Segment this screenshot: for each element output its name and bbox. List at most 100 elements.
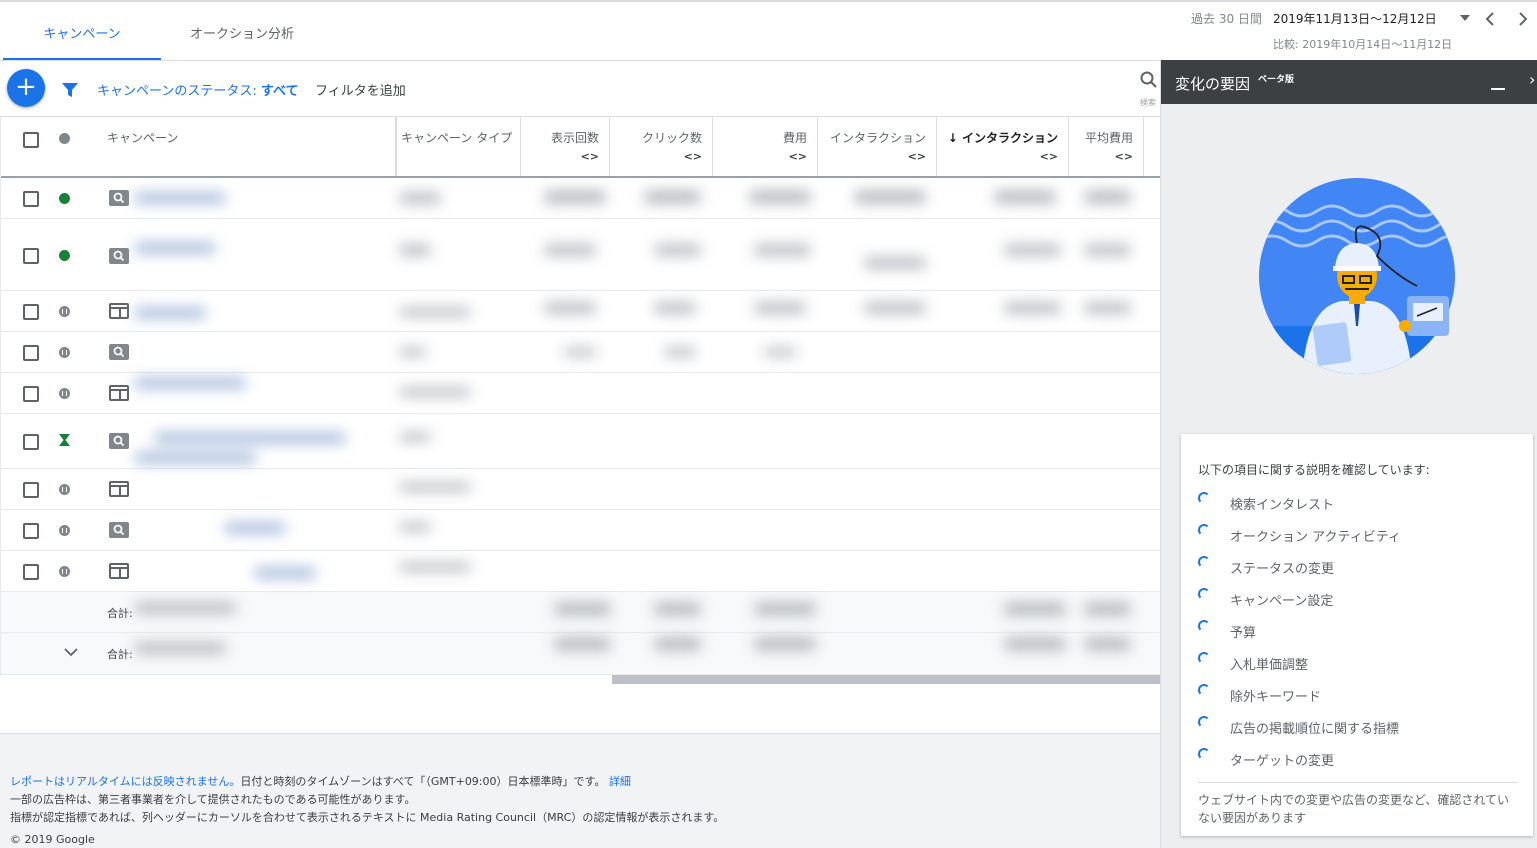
column-interaction-rate-label: ↓ インタラクション [947, 131, 1058, 145]
column-campaign-type[interactable]: キャンペーン タイプ [399, 117, 521, 176]
expand-icon[interactable]: <> [937, 150, 1058, 163]
row-checkbox[interactable] [23, 482, 39, 498]
horizontal-scrollbar[interactable] [612, 675, 1160, 684]
row-checkbox[interactable] [23, 564, 39, 580]
column-avg-cost[interactable]: 平均費用 <> [1069, 117, 1144, 176]
card-intro: 以下の項目に関する説明を確認しています: [1198, 463, 1430, 477]
loading-spinner-icon [1198, 620, 1210, 632]
column-interaction-rate[interactable]: ↓ インタラクション <> [937, 117, 1069, 176]
panel-title: 変化の要因 [1175, 75, 1251, 93]
next-period-icon[interactable] [1518, 12, 1528, 26]
expand-icon[interactable]: <> [1069, 150, 1133, 163]
search-campaign-icon [109, 248, 129, 264]
filter-icon[interactable] [61, 81, 79, 99]
expand-icon[interactable]: <> [521, 150, 599, 163]
add-campaign-button[interactable]: + [7, 69, 45, 107]
table-header: キャンペーン キャンペーン タイプ 表示回数 <> クリック数 <> 費用 <> イン… [1, 117, 1160, 178]
filter-toolbar: + キャンペーンのステータス: すべて フィルタを追加 検索 [0, 60, 1160, 117]
column-impressions[interactable]: 表示回数 <> [521, 117, 610, 176]
table-row[interactable] [1, 332, 1160, 373]
row-checkbox[interactable] [23, 345, 39, 361]
search-icon[interactable] [1140, 71, 1158, 89]
loading-spinner-icon [1198, 556, 1210, 568]
reason-label: オークション アクティビティ [1230, 530, 1401, 545]
add-filter-button[interactable]: フィルタを追加 [315, 80, 406, 99]
footer: レポートはリアルタイムには反映されません。日付と時刻のタイムゾーンはすべて「（G… [0, 733, 1160, 848]
row-checkbox[interactable] [23, 523, 39, 539]
chevron-down-icon[interactable] [64, 648, 78, 657]
table-row[interactable] [1, 219, 1160, 291]
date-range-selector[interactable]: 2019年11月13日～12月12日 [1273, 10, 1437, 27]
search-campaign-icon [109, 344, 129, 360]
column-campaign[interactable]: キャンペーン [101, 117, 397, 176]
search-campaign-icon [109, 522, 129, 538]
expand-icon[interactable]: <> [610, 150, 702, 163]
status-enabled-icon [59, 193, 70, 204]
search-label: 検索 [1140, 98, 1156, 107]
expand-icon[interactable]: <> [818, 150, 926, 163]
minimize-icon[interactable] [1491, 88, 1505, 90]
reason-label: キャンペーン設定 [1230, 594, 1334, 609]
column-cost[interactable]: 費用 <> [713, 117, 818, 176]
footer-line-3: 指標が認定指標であれば、列ヘッダーにカーソルを合わせて表示されるテキストに Me… [10, 811, 725, 824]
status-paused-icon [59, 347, 70, 358]
total-label: 合計: [107, 607, 133, 620]
status-paused-icon [59, 525, 70, 536]
realtime-notice-link[interactable]: レポートはリアルタイムには反映されません。 [10, 775, 240, 788]
totals-row: 合計: [1, 592, 1160, 633]
display-campaign-icon [109, 481, 129, 497]
table-row[interactable] [1, 291, 1160, 332]
row-checkbox[interactable] [23, 434, 39, 450]
status-filter-chip[interactable]: キャンペーンのステータス: すべて [97, 80, 298, 99]
column-type-label: キャンペーン タイプ [401, 131, 513, 145]
timezone-notice: 日付と時刻のタイムゾーンはすべて「（GMT+09:00）日本標準時」です。 [240, 775, 606, 788]
status-paused-icon [59, 388, 70, 399]
status-filter-value: すべて [260, 84, 299, 99]
row-checkbox[interactable] [23, 386, 39, 402]
column-clicks[interactable]: クリック数 <> [610, 117, 713, 176]
loading-spinner-icon [1198, 524, 1210, 536]
reason-label: 入札単価調整 [1230, 658, 1309, 673]
loading-spinner-icon [1198, 716, 1210, 728]
column-impressions-label: 表示回数 [550, 131, 599, 145]
details-link[interactable]: 詳細 [609, 775, 631, 788]
table-row[interactable] [1, 373, 1160, 414]
row-checkbox[interactable] [23, 191, 39, 207]
previous-period-icon[interactable] [1485, 12, 1495, 26]
reason-label: ターゲットの変更 [1230, 754, 1335, 769]
footer-line-1: レポートはリアルタイムには反映されません。日付と時刻のタイムゾーンはすべて「（G… [10, 773, 631, 789]
row-checkbox[interactable] [23, 248, 39, 264]
search-campaign-icon [109, 190, 129, 206]
reason-label: 除外キーワード [1230, 690, 1322, 705]
top-bar: キャンペーン オークション分析 過去 30 日間 2019年11月13日～12月… [0, 0, 1537, 61]
unconfirmed-note: ウェブサイト内での変更や広告の変更など、確認されていない要因があります [1198, 782, 1518, 827]
reason-label: 検索インタレスト [1230, 498, 1335, 513]
tab-campaigns[interactable]: キャンペーン [3, 4, 161, 60]
column-campaign-label: キャンペーン [107, 131, 179, 145]
explanations-panel: 変化の要因 ベータ版 › 以下の項目に関する説明を確認しています: 検索インタレ… [1160, 60, 1537, 848]
loading-spinner-icon [1198, 684, 1210, 696]
footer-line-2: 一部の広告枠は、第三者事業者を介して提供されたものである可能性があります。 [10, 793, 416, 806]
column-interactions[interactable]: インタラクション <> [818, 117, 937, 176]
row-checkbox[interactable] [23, 304, 39, 320]
display-campaign-icon [109, 303, 129, 319]
copyright: © 2019 Google [10, 833, 95, 846]
date-range-label: 過去 30 日間 [1191, 12, 1262, 26]
table-row[interactable] [1, 551, 1160, 592]
table-row[interactable] [1, 178, 1160, 219]
total-label: 合計: [107, 648, 133, 661]
dropdown-arrow-icon[interactable] [1460, 15, 1470, 21]
table-row[interactable] [1, 414, 1160, 469]
reason-label: 広告の掲載順位に関する指標 [1230, 722, 1400, 737]
table-row[interactable] [1, 510, 1160, 551]
close-icon[interactable]: › [1529, 70, 1535, 89]
expand-icon[interactable]: <> [713, 150, 807, 163]
reason-label: 予算 [1230, 626, 1257, 641]
reason-label: ステータスの変更 [1230, 562, 1335, 577]
select-all-checkbox[interactable] [23, 132, 39, 148]
status-enabled-icon [59, 250, 70, 261]
loading-spinner-icon [1198, 588, 1210, 600]
tab-auction-insights[interactable]: オークション分析 [172, 4, 312, 60]
status-filter-label: キャンペーンのステータス: [97, 84, 261, 99]
table-row[interactable] [1, 469, 1160, 510]
